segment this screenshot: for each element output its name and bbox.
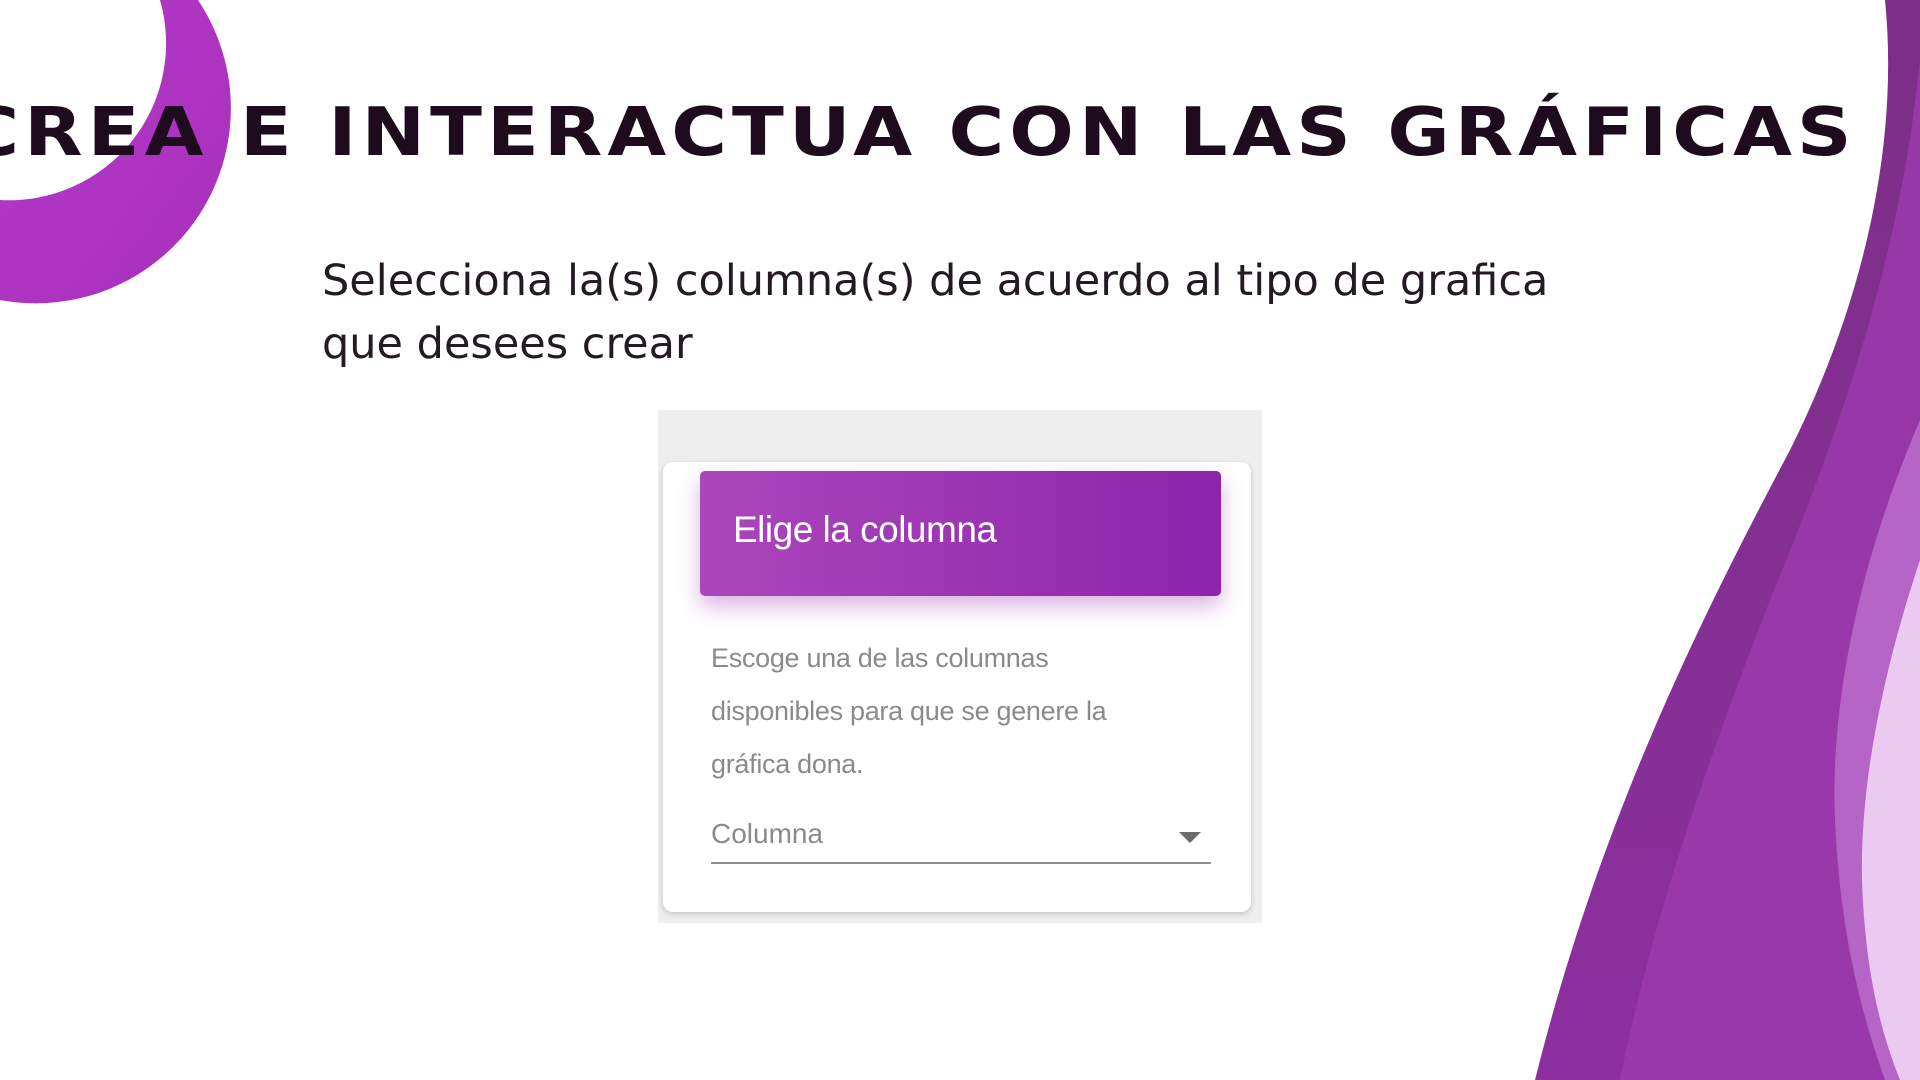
card-header: Elige la columna — [700, 471, 1221, 596]
slide-title: Crea e interactua con las gráficas — [0, 92, 1857, 171]
chevron-down-icon[interactable] — [1179, 832, 1201, 843]
embedded-screenshot: Elige la columna Escoge una de las colum… — [658, 410, 1262, 923]
card-description: Escoge una de las columnas disponibles p… — [711, 643, 1107, 779]
instruction-text: Selecciona la(s) columna(s) de acuerdo a… — [322, 256, 1549, 369]
slide: Crea e interactua con las gráficas Selec… — [0, 0, 1920, 1080]
card-title: Elige la columna — [733, 509, 997, 550]
column-select-label: Columna — [711, 818, 824, 849]
column-select[interactable]: Columna — [711, 814, 1211, 864]
column-picker-card: Elige la columna Escoge una de las colum… — [663, 462, 1251, 912]
